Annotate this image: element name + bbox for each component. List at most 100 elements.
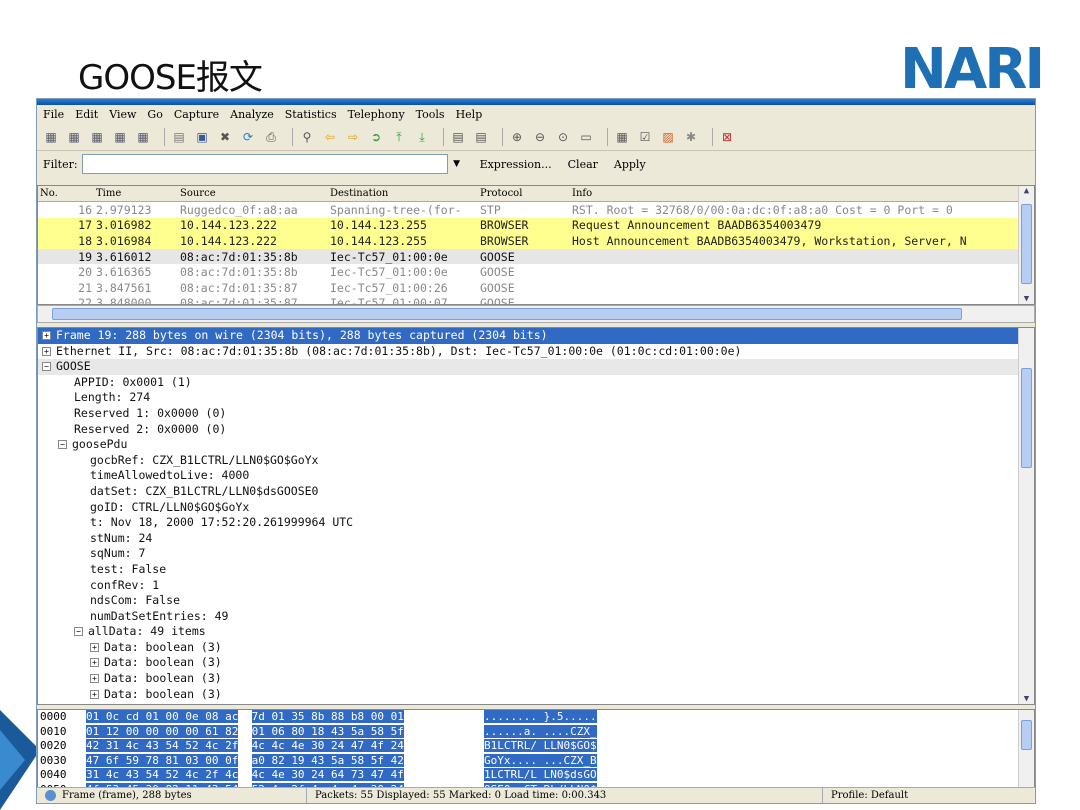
packet-row[interactable]: 16 2.979123 Ruggedco_0f:a8:aa Spanning-tree… [38, 202, 1034, 218]
expand-icon[interactable]: + [90, 689, 99, 699]
colorize-icon[interactable]: ▤ [450, 129, 466, 145]
filter-dropdown-icon[interactable]: ▼ [450, 154, 464, 174]
preferences-icon[interactable]: ✱ [683, 129, 699, 145]
print-icon[interactable]: ⎙ [263, 129, 279, 145]
expand-icon[interactable]: + [90, 642, 99, 652]
interface-list-icon[interactable]: ▦ [43, 129, 59, 145]
menu-file[interactable]: File [43, 108, 64, 121]
packet-row[interactable]: 17 3.016982 10.144.123.222 10.144.123.255 BR… [38, 217, 1034, 234]
reload-icon[interactable]: ⟳ [240, 129, 256, 145]
detail-row[interactable]: + Data: boolean (3) [38, 640, 1034, 656]
detail-row[interactable]: timeAllowedtoLive: 4000 [38, 468, 1034, 484]
expand-icon[interactable]: + [90, 658, 99, 668]
find-icon[interactable]: ⚲ [299, 129, 315, 145]
packet-row[interactable]: 19 3.616012 08:ac:7d:01:35:8b Iec-Tc57_01:0… [38, 248, 1034, 265]
packet-row[interactable]: 22 3.848000 08:ac:7d:01:35:87 Iec-Tc57_01:0… [38, 296, 1034, 304]
status-icon[interactable] [45, 790, 56, 801]
status-profile[interactable]: Profile: Default [823, 788, 916, 803]
hex-bytes[interactable]: 47 6f 59 78 81 03 00 0f a0 82 19 43 5a 5… [86, 753, 464, 769]
normal-size-icon[interactable]: ⊙ [555, 129, 571, 145]
detail-row[interactable]: goID: CTRL/LLN0$GO$GoYx [38, 500, 1034, 516]
capture-options-icon[interactable]: ▦ [66, 129, 82, 145]
hex-bytes[interactable]: 31 4c 43 54 52 4c 2f 4c 4c 4e 30 24 64 7… [86, 768, 464, 783]
zoom-in-icon[interactable]: ⊕ [509, 129, 525, 145]
menu-tools[interactable]: Tools [416, 108, 445, 121]
packet-list-hscrollbar[interactable] [37, 305, 1035, 323]
hex-ascii[interactable]: ........ }.5..... [484, 710, 597, 725]
detail-row[interactable]: t: Nov 18, 2000 17:52:20.261999964 UTC [38, 515, 1034, 531]
packet-row[interactable]: 20 3.616365 08:ac:7d:01:35:8b Iec-Tc57_01:0… [38, 264, 1034, 280]
detail-row[interactable]: − GOOSE [38, 359, 1034, 375]
close-file-icon[interactable]: ✖ [217, 129, 233, 145]
start-capture-icon[interactable]: ▦ [89, 129, 105, 145]
col-no[interactable]: No. [38, 188, 96, 199]
restart-capture-icon[interactable]: ▦ [135, 129, 151, 145]
capture-filters-icon[interactable]: ▦ [614, 129, 630, 145]
display-filters-icon[interactable]: ☑ [637, 129, 653, 145]
last-packet-icon[interactable]: ⤓ [414, 129, 430, 145]
save-icon[interactable]: ▣ [194, 129, 210, 145]
details-scrollbar[interactable]: ▼ [1018, 328, 1034, 704]
apply-button[interactable]: Apply [614, 158, 646, 171]
detail-row[interactable]: + Data: boolean (3) [38, 671, 1034, 687]
back-icon[interactable]: ⇦ [322, 129, 338, 145]
detail-row[interactable]: − goosePdu [38, 437, 1034, 453]
detail-row[interactable]: ndsCom: False [38, 593, 1034, 609]
detail-row[interactable]: sqNum: 7 [38, 546, 1034, 562]
filter-input[interactable] [81, 154, 448, 174]
expand-icon[interactable]: + [42, 346, 51, 356]
collapse-icon[interactable]: − [42, 362, 51, 372]
detail-row[interactable]: APPID: 0x0001 (1) [38, 375, 1034, 391]
autoscroll-icon[interactable]: ▤ [473, 129, 489, 145]
hex-ascii[interactable]: GoYx.... ...CZX_B [484, 753, 597, 769]
detail-row[interactable]: Length: 274 [38, 390, 1034, 406]
detail-row[interactable]: + Data: boolean (3) [38, 687, 1034, 703]
hex-ascii[interactable]: B1LCTRL/ LLN0$GO$ [484, 739, 597, 754]
clear-button[interactable]: Clear [568, 158, 598, 171]
forward-icon[interactable]: ⇨ [345, 129, 361, 145]
zoom-out-icon[interactable]: ⊖ [532, 129, 548, 145]
packet-list-scrollbar[interactable]: ▲ ▼ [1018, 186, 1034, 304]
first-packet-icon[interactable]: ⤒ [391, 129, 407, 145]
detail-row[interactable]: gocbRef: CZX_B1LCTRL/LLN0$GO$GoYx [38, 453, 1034, 469]
col-info[interactable]: Info [572, 188, 1034, 199]
hex-bytes[interactable]: 01 12 00 00 00 00 61 82 01 06 80 18 43 5… [86, 724, 464, 740]
menu-help[interactable]: Help [456, 108, 483, 121]
menu-edit[interactable]: Edit [75, 108, 98, 121]
detail-row[interactable]: + Ethernet II, Src: 08:ac:7d:01:35:8b (08… [38, 344, 1034, 360]
packet-row[interactable]: 21 3.847561 08:ac:7d:01:35:87 Iec-Tc57_01:0… [38, 280, 1034, 296]
detail-row[interactable]: + Data: boolean (3) [38, 655, 1034, 671]
col-destination[interactable]: Destination [330, 188, 480, 199]
expression-button[interactable]: Expression... [480, 158, 552, 171]
hex-ascii[interactable]: 1LCTRL/L LN0$dsGO [484, 768, 597, 783]
expand-icon[interactable]: + [42, 331, 51, 340]
detail-row[interactable]: confRev: 1 [38, 578, 1034, 594]
menu-telephony[interactable]: Telephony [348, 108, 405, 121]
menu-view[interactable]: View [109, 108, 136, 121]
hex-bytes[interactable]: 42 31 4c 43 54 52 4c 2f 4c 4c 4e 30 24 4… [86, 739, 464, 754]
detail-row[interactable]: Reserved 1: 0x0000 (0) [38, 406, 1034, 422]
packet-row[interactable]: 18 3.016984 10.144.123.222 10.144.123.255 BR… [38, 233, 1034, 249]
collapse-icon[interactable]: − [74, 627, 83, 637]
menu-capture[interactable]: Capture [174, 108, 219, 121]
hex-bytes[interactable]: 01 0c cd 01 00 0e 08 ac 7d 01 35 8b 88 b… [86, 710, 464, 725]
stop-capture-icon[interactable]: ▦ [112, 129, 128, 145]
hex-ascii[interactable]: ......a. ....CZX_ [484, 724, 597, 740]
col-source[interactable]: Source [180, 188, 330, 199]
expand-icon[interactable]: + [90, 674, 99, 684]
detail-row[interactable]: test: False [38, 562, 1034, 578]
goto-icon[interactable]: ➲ [368, 129, 384, 145]
bytes-scrollbar[interactable] [1018, 710, 1034, 788]
detail-row[interactable]: Reserved 2: 0x0000 (0) [38, 422, 1034, 438]
help-icon[interactable]: ⊠ [719, 129, 735, 145]
col-time[interactable]: Time [96, 188, 180, 199]
detail-row[interactable]: + Frame 19: 288 bytes on wire (2304 bits)… [38, 328, 1034, 344]
collapse-icon[interactable]: − [58, 440, 67, 450]
detail-row[interactable]: numDatSetEntries: 49 [38, 609, 1034, 625]
menu-statistics[interactable]: Statistics [285, 108, 337, 121]
detail-row[interactable]: − allData: 49 items [38, 624, 1034, 640]
detail-row[interactable]: stNum: 24 [38, 531, 1034, 547]
detail-row[interactable]: datSet: CZX_B1LCTRL/LLN0$dsGOOSE0 [38, 484, 1034, 500]
resize-columns-icon[interactable]: ▭ [578, 129, 594, 145]
coloring-rules-icon[interactable]: ▨ [660, 129, 676, 145]
